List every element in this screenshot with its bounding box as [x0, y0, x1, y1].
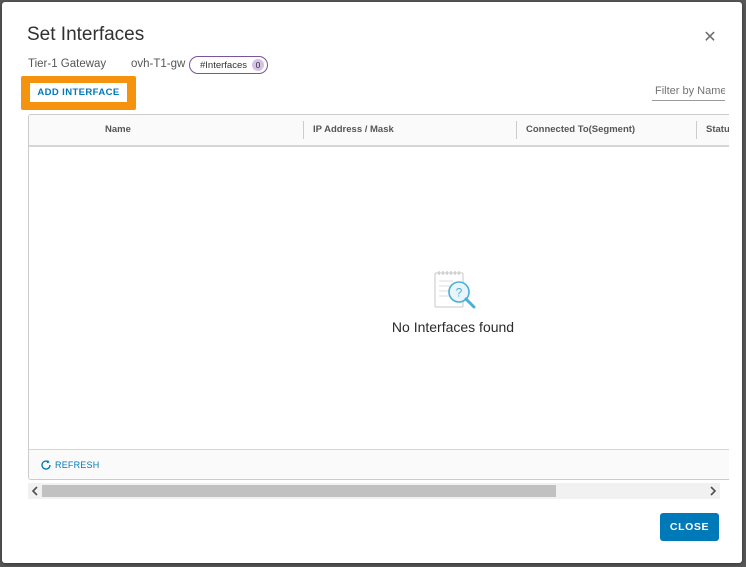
column-separator[interactable] [696, 121, 697, 139]
interfaces-badge[interactable]: #Interfaces 0 [189, 56, 268, 74]
refresh-label: REFRESH [55, 460, 100, 470]
scrollbar-thumb[interactable] [42, 485, 556, 497]
close-button[interactable]: CLOSE [660, 513, 719, 541]
search-document-icon: ? [434, 271, 476, 309]
interfaces-badge-count: 0 [252, 59, 264, 71]
filter-input[interactable] [652, 82, 725, 101]
interfaces-badge-label: #Interfaces [200, 59, 247, 71]
grid-header: Name IP Address / Mask Connected To(Segm… [29, 115, 729, 147]
refresh-button[interactable]: REFRESH [40, 459, 99, 471]
interfaces-grid: Name IP Address / Mask Connected To(Segm… [28, 114, 729, 480]
column-separator[interactable] [516, 121, 517, 139]
add-interface-button[interactable]: ADD INTERFACE [30, 83, 127, 102]
close-icon[interactable]: ✕ [700, 28, 720, 48]
column-status[interactable]: Status [706, 115, 729, 145]
chevron-left-icon[interactable] [28, 483, 42, 499]
column-separator[interactable] [303, 121, 304, 139]
svg-text:?: ? [456, 286, 463, 300]
chevron-right-icon[interactable] [706, 483, 720, 499]
dialog-title: Set Interfaces [27, 24, 145, 45]
gateway-label: Tier-1 Gateway [28, 58, 107, 70]
refresh-icon [41, 460, 51, 470]
grid-footer: REFRESH [29, 449, 729, 479]
gateway-value: ovh-T1-gw [131, 58, 186, 70]
empty-state-text: No Interfaces found [391, 319, 515, 335]
horizontal-scrollbar[interactable] [28, 483, 720, 499]
set-interfaces-dialog: Set Interfaces ✕ Tier-1 Gateway ovh-T1-g… [2, 2, 742, 563]
column-connected-to[interactable]: Connected To(Segment) [526, 115, 635, 145]
column-name[interactable]: Name [105, 115, 131, 145]
column-ip-address[interactable]: IP Address / Mask [313, 115, 394, 145]
